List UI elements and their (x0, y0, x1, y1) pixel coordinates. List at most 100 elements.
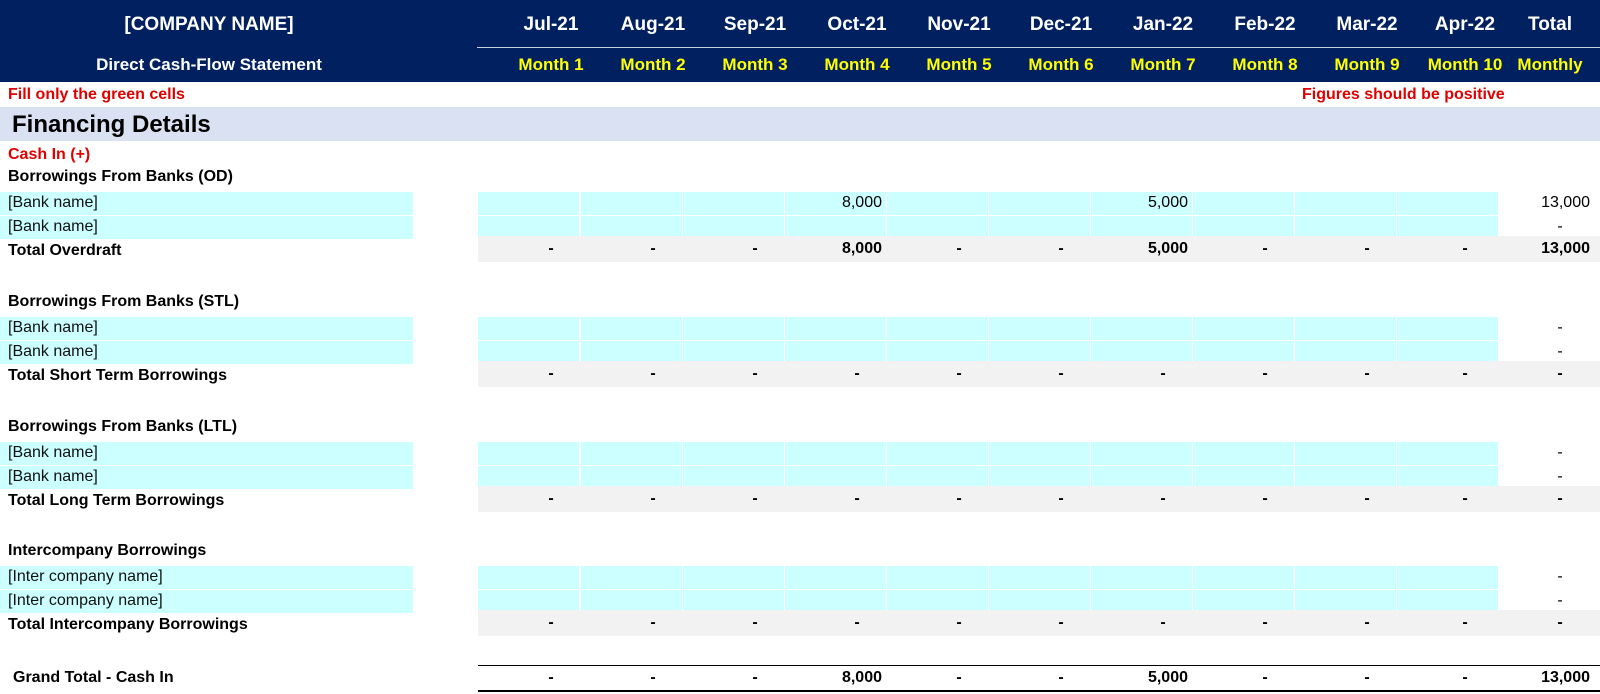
input-row-label[interactable]: [Inter company name] (8, 592, 163, 610)
input-cell[interactable] (1090, 566, 1192, 589)
input-cell[interactable] (1192, 192, 1294, 215)
month-header: Aug-21 (620, 14, 686, 35)
input-row-label[interactable]: [Inter company name] (8, 568, 163, 586)
row-total-value: - (1557, 568, 1563, 585)
cell-value: - (1058, 669, 1064, 686)
cell-value: - (1462, 365, 1468, 382)
grand-total-double-underline (478, 690, 1600, 692)
cell-value: - (1462, 669, 1468, 686)
input-cell[interactable] (478, 192, 579, 215)
month-header: Apr-22 (1434, 14, 1496, 35)
cell-value: - (752, 365, 758, 382)
total-sub-header: Monthly (1517, 55, 1583, 74)
input-cell[interactable] (1396, 566, 1498, 589)
month-number-label: Month 7 (1130, 55, 1196, 74)
input-cell[interactable] (1192, 566, 1294, 589)
input-cell[interactable] (1294, 566, 1396, 589)
cell-value: - (1262, 365, 1268, 382)
group-total-label: Total Intercompany Borrowings (8, 616, 248, 633)
cell-value: - (548, 240, 554, 257)
input-cell[interactable] (580, 192, 682, 215)
input-cell[interactable] (478, 442, 579, 465)
month-header: Jul-21 (523, 14, 579, 35)
cell-value: - (1364, 669, 1370, 686)
grand-total-top-border (478, 665, 1600, 666)
group-title: Intercompany Borrowings (8, 542, 207, 559)
input-cell[interactable] (1192, 442, 1294, 465)
row-total-value: - (1557, 614, 1563, 631)
cell-value: - (1364, 240, 1370, 257)
company-name: [COMPANY NAME] (124, 14, 294, 35)
cell-value: - (548, 614, 554, 631)
group-total-label: Total Overdraft (8, 242, 122, 259)
input-cell[interactable] (784, 442, 886, 465)
input-cell[interactable] (886, 442, 988, 465)
input-row-cells (478, 317, 1498, 340)
cell-value: - (1462, 490, 1468, 507)
grand-total-label: Grand Total - Cash In (13, 669, 174, 686)
month-header: Jan-22 (1132, 14, 1194, 35)
input-cell[interactable] (1396, 192, 1498, 215)
input-row-label[interactable]: [Bank name] (8, 319, 98, 337)
input-cell[interactable] (886, 566, 988, 589)
input-cell[interactable] (682, 317, 784, 340)
month-number-label: Month 8 (1232, 55, 1298, 74)
input-cell[interactable] (988, 317, 1090, 340)
cell-value: - (650, 669, 656, 686)
input-cell[interactable] (988, 442, 1090, 465)
input-cell[interactable] (1090, 317, 1192, 340)
input-row-label[interactable]: [Bank name] (8, 218, 98, 236)
cell-value: - (1462, 240, 1468, 257)
input-row-label[interactable]: [Bank name] (8, 194, 98, 212)
input-cell[interactable] (580, 317, 682, 340)
input-row-label[interactable]: [Bank name] (8, 468, 98, 486)
month-header: Dec-21 (1029, 14, 1093, 35)
input-cell[interactable] (1294, 442, 1396, 465)
cell-value: - (854, 365, 860, 382)
input-cell[interactable] (988, 566, 1090, 589)
input-cell[interactable] (580, 442, 682, 465)
input-cell[interactable] (478, 317, 579, 340)
row-total-value: 13,000 (1541, 669, 1590, 686)
group-title: Borrowings From Banks (STL) (8, 293, 240, 310)
input-row-cells (478, 192, 1498, 215)
input-cell[interactable] (1294, 192, 1396, 215)
input-cell[interactable] (1396, 317, 1498, 340)
cell-value: 5,000 (1147, 240, 1188, 257)
cell-value: - (1058, 490, 1064, 507)
cell-value: - (854, 614, 860, 631)
input-row-label[interactable]: [Bank name] (8, 444, 98, 462)
input-cell[interactable] (784, 317, 886, 340)
input-cell[interactable] (478, 566, 579, 589)
input-row-label[interactable]: [Bank name] (8, 343, 98, 361)
cell-value: - (1058, 240, 1064, 257)
input-cell[interactable] (682, 442, 784, 465)
month-header: Oct-21 (827, 14, 887, 35)
header-divider (477, 47, 1600, 48)
input-cell[interactable] (886, 192, 988, 215)
cell-value: - (1364, 614, 1370, 631)
cell-value: - (752, 669, 758, 686)
row-total-value: - (1557, 319, 1563, 336)
cell-value: - (752, 490, 758, 507)
cell-value: - (956, 669, 962, 686)
input-cell[interactable] (580, 566, 682, 589)
input-cell[interactable] (682, 192, 784, 215)
input-cell[interactable] (784, 566, 886, 589)
input-cell[interactable] (1396, 442, 1498, 465)
cell-value: - (1262, 240, 1268, 257)
positive-figures-note: Figures should be positive (1302, 86, 1505, 103)
input-cell[interactable] (1192, 317, 1294, 340)
input-cell[interactable] (1294, 317, 1396, 340)
cell-value: - (956, 490, 962, 507)
input-cell[interactable] (1090, 442, 1192, 465)
cell-value: - (956, 614, 962, 631)
month-number-label: Month 3 (722, 55, 788, 74)
cell-value: 8,000 (841, 669, 882, 686)
input-cell[interactable] (682, 566, 784, 589)
input-cell[interactable] (988, 192, 1090, 215)
cell-value: - (650, 490, 656, 507)
input-cell[interactable] (886, 317, 988, 340)
cell-value: - (1160, 365, 1166, 382)
cell-value: - (650, 614, 656, 631)
